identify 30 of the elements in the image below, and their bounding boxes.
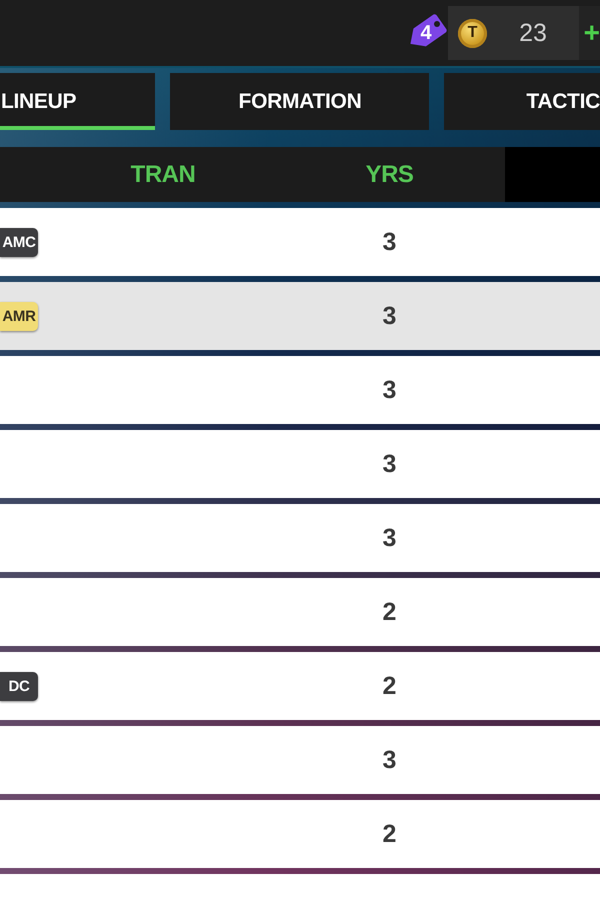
- years-value: 3: [382, 230, 396, 254]
- years-value: 3: [382, 304, 396, 328]
- table-row[interactable]: AMC 3: [0, 208, 600, 276]
- years-value: 3: [382, 378, 396, 402]
- table-row[interactable]: 2: [0, 578, 600, 646]
- table-row[interactable]: DC 2: [0, 652, 600, 720]
- count-badge: 4: [404, 11, 448, 55]
- years-value: 2: [382, 674, 396, 698]
- position-badge: AMR: [0, 302, 38, 330]
- years-value: 3: [382, 526, 396, 550]
- years-value: 3: [382, 748, 396, 772]
- column-header[interactable]: TRAN: [130, 162, 196, 186]
- column-header[interactable]: YRS: [366, 162, 414, 186]
- tab[interactable]: LINEUP: [0, 73, 155, 130]
- years-value: 2: [382, 600, 396, 624]
- add-coins-button[interactable]: +: [579, 6, 600, 60]
- table-row[interactable]: 2: [0, 800, 600, 868]
- years-value: 2: [382, 822, 396, 846]
- tab[interactable]: FORMATION: [170, 73, 429, 130]
- coin-amount: 23: [518, 20, 548, 46]
- table-row[interactable]: 3: [0, 726, 600, 794]
- table-row[interactable]: 3: [0, 356, 600, 424]
- table-row[interactable]: 3: [0, 430, 600, 498]
- position-badge: AMC: [0, 228, 38, 256]
- table-row[interactable]: AMR 3: [0, 282, 600, 350]
- position-badge: DC: [0, 672, 38, 700]
- tab[interactable]: TACTIC: [444, 73, 600, 130]
- coin-symbol: T: [458, 18, 487, 48]
- table-row[interactable]: 3: [0, 504, 600, 572]
- years-value: 3: [382, 452, 396, 476]
